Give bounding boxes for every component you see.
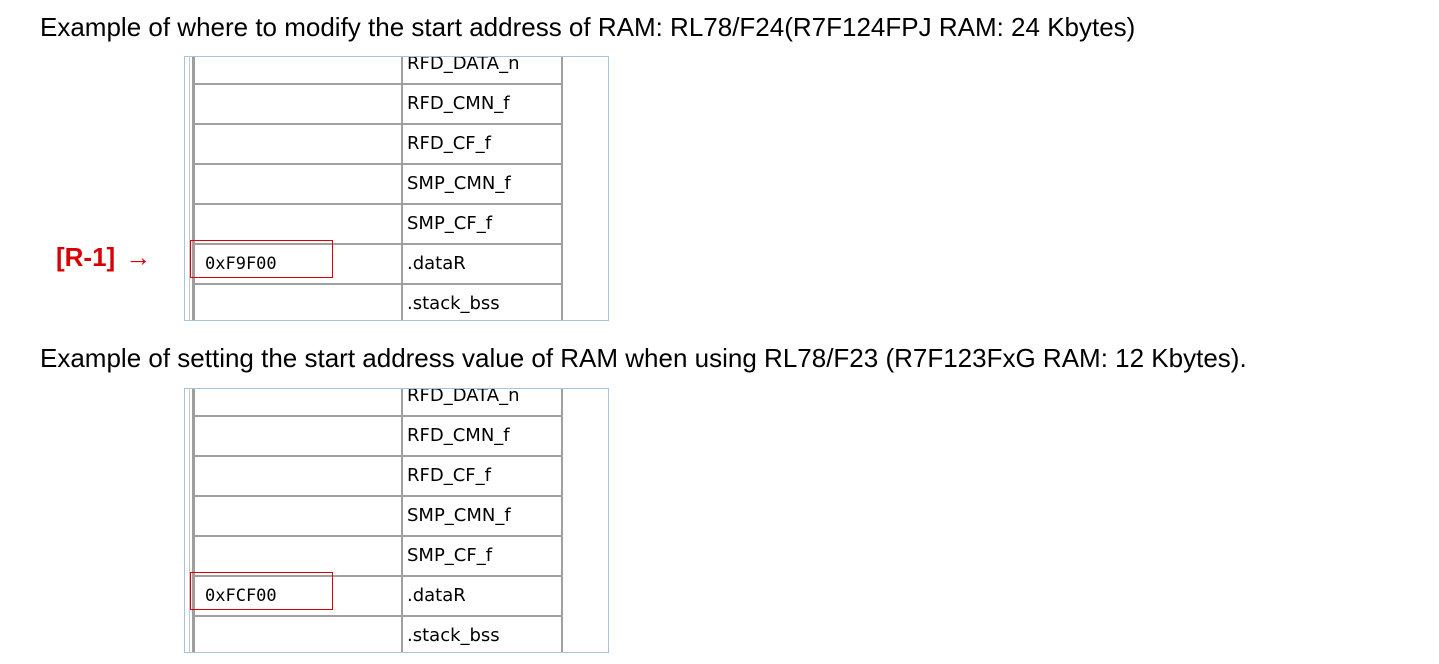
section-name-cell: SMP_CF_f xyxy=(403,205,563,243)
table-row[interactable]: RFD_CMN_f xyxy=(195,85,563,125)
start-address-cell[interactable] xyxy=(195,457,403,495)
table-row[interactable]: RFD_CF_f xyxy=(195,457,563,497)
section-name-cell: .dataR xyxy=(403,577,563,615)
section-name-cell: SMP_CF_f xyxy=(403,537,563,575)
table-row[interactable]: SMP_CF_f xyxy=(195,537,563,577)
start-address-cell[interactable] xyxy=(195,85,403,123)
table-row[interactable]: SMP_CF_f xyxy=(195,205,563,245)
start-address-cell[interactable] xyxy=(195,497,403,535)
table-row[interactable]: 0xFCF00 .dataR xyxy=(190,572,563,617)
section-rows: RFD_DATA_n RFD_CMN_f RFD_CF_f SMP_CMN_f SMP_… xyxy=(190,57,563,320)
r1-label: [R-1] xyxy=(56,242,116,272)
section-name-cell: .stack_bss xyxy=(403,285,563,320)
section-name-cell: RFD_CF_f xyxy=(403,457,563,495)
table-row[interactable]: .stack_bss xyxy=(195,285,563,320)
section-table-f23: RFD_DATA_n RFD_CMN_f RFD_CF_f SMP_CMN_f SMP_… xyxy=(184,388,609,653)
section-name-cell: .dataR xyxy=(403,245,563,283)
start-address-cell[interactable] xyxy=(195,537,403,575)
start-address-cell[interactable] xyxy=(195,285,403,320)
start-address-cell[interactable]: 0xFCF00 xyxy=(195,577,403,615)
table-row[interactable]: 0xF9F00 .dataR xyxy=(190,240,563,285)
table-row[interactable]: SMP_CMN_f xyxy=(195,497,563,537)
table-row[interactable]: .stack_bss xyxy=(195,617,563,652)
right-arrow-icon: → xyxy=(125,242,152,272)
section-name-cell: RFD_CMN_f xyxy=(403,417,563,455)
caption-f23-example: Example of setting the start address val… xyxy=(40,343,1247,373)
table-row[interactable]: RFD_CF_f xyxy=(195,125,563,165)
table-row[interactable]: RFD_DATA_n xyxy=(195,389,563,417)
section-name-cell: .stack_bss xyxy=(403,617,563,652)
section-rows: RFD_DATA_n RFD_CMN_f RFD_CF_f SMP_CMN_f SMP_… xyxy=(190,389,563,652)
start-address-cell[interactable] xyxy=(195,205,403,243)
table-row[interactable]: RFD_DATA_n xyxy=(195,57,563,85)
table-row[interactable]: SMP_CMN_f xyxy=(195,165,563,205)
start-address-cell[interactable] xyxy=(195,57,403,83)
table-left-border xyxy=(185,57,195,320)
table-left-border xyxy=(185,389,195,652)
section-name-cell: RFD_CF_f xyxy=(403,125,563,163)
start-address-cell[interactable] xyxy=(195,417,403,455)
start-address-cell[interactable] xyxy=(195,389,403,415)
start-address-cell[interactable] xyxy=(195,617,403,652)
section-name-cell: SMP_CMN_f xyxy=(403,497,563,535)
table-row[interactable]: RFD_CMN_f xyxy=(195,417,563,457)
start-address-cell[interactable] xyxy=(195,125,403,163)
start-address-cell[interactable]: 0xF9F00 xyxy=(195,245,403,283)
start-address-cell[interactable] xyxy=(195,165,403,203)
r1-marker: [R-1] → xyxy=(56,244,151,270)
section-name-cell: SMP_CMN_f xyxy=(403,165,563,203)
section-table-f24: RFD_DATA_n RFD_CMN_f RFD_CF_f SMP_CMN_f SMP_… xyxy=(184,56,609,321)
section-name-cell: RFD_CMN_f xyxy=(403,85,563,123)
section-name-cell: RFD_DATA_n xyxy=(403,57,563,83)
caption-f24-example: Example of where to modify the start add… xyxy=(40,12,1136,42)
section-name-cell: RFD_DATA_n xyxy=(403,389,563,415)
